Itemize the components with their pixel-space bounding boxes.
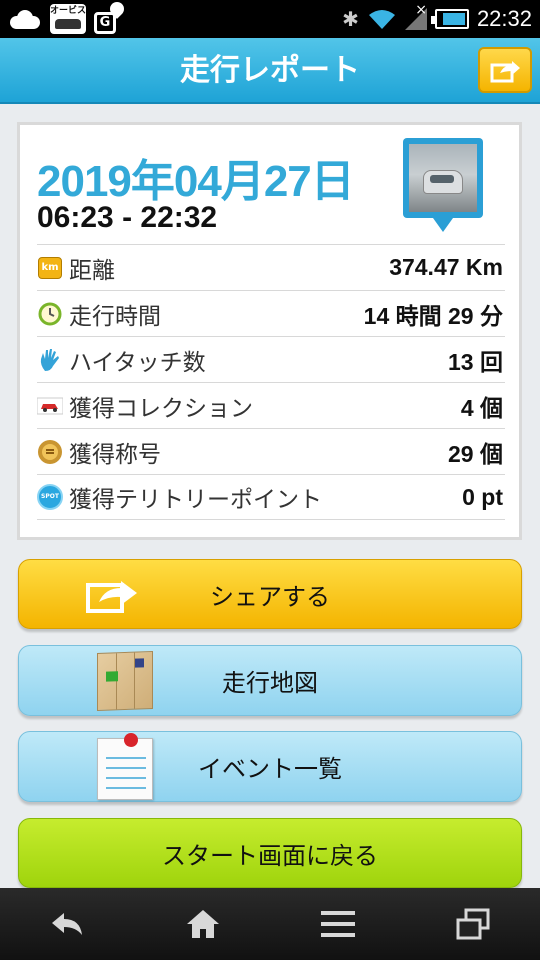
vehicle-photo[interactable]: [403, 138, 483, 232]
stat-label: ハイタッチ数: [69, 349, 206, 376]
car-photo-image: [409, 144, 477, 212]
header-share-button[interactable]: [478, 47, 532, 93]
g-map-icon: G: [94, 0, 127, 34]
back-arrow-icon: [51, 913, 82, 935]
spot-icon: SPOT: [37, 484, 63, 510]
stats-list: km 距離 374.47 Km 走行時間 14 時間 29 分 ハイタッチ数 1…: [37, 244, 505, 520]
stat-label: 距離: [69, 257, 115, 284]
stat-value: 14 時間 29 分: [363, 302, 503, 329]
page-title: 走行レポート: [180, 53, 360, 88]
hand-icon: [37, 347, 63, 373]
stat-row-titles: 獲得称号 29 個: [37, 428, 505, 474]
event-list-button[interactable]: イベント一覧: [18, 731, 522, 802]
medal-icon: [37, 439, 63, 465]
back-to-start-label: スタート画面に戻る: [162, 841, 378, 870]
report-date: 2019年04月27日: [37, 157, 355, 206]
system-nav-bar: [0, 888, 540, 960]
status-bar-left: オービス G: [8, 0, 127, 34]
report-card: 2019年04月27日 06:23 - 22:32 km 距離 374.47 K…: [17, 122, 522, 540]
spot-icon-text: SPOT: [37, 484, 63, 510]
menu-nav-button[interactable]: [308, 899, 368, 949]
stat-value: 13 回: [448, 348, 503, 375]
status-bar-right: ✱ 22:32: [342, 2, 532, 32]
clock-time: 22:32: [476, 6, 532, 31]
share-icon: [490, 61, 520, 83]
orbis-icon: オービス: [50, 4, 86, 34]
car-icon: [37, 393, 63, 419]
share-button[interactable]: シェアする: [18, 559, 522, 629]
signal-icon: [404, 2, 427, 30]
stat-value: 0 pt: [462, 483, 503, 510]
stat-value: 29 個: [448, 440, 503, 467]
stat-label: 獲得称号: [69, 441, 161, 468]
home-icon: [186, 910, 219, 938]
stat-row-territory-points: SPOT 獲得テリトリーポイント 0 pt: [37, 474, 505, 520]
battery-icon: [430, 9, 469, 29]
stat-value: 374.47 Km: [389, 254, 503, 280]
wifi-icon: [368, 10, 395, 29]
stat-row-distance: km 距離 374.47 Km: [37, 244, 505, 290]
clock-icon: [37, 301, 63, 327]
stat-row-high-touch: ハイタッチ数 13 回: [37, 336, 505, 382]
status-bar: オービス G ✱ 22:32: [0, 0, 540, 38]
stat-row-driving-time: 走行時間 14 時間 29 分: [37, 290, 505, 336]
app-header: 走行レポート: [0, 38, 540, 104]
driving-map-label: 走行地図: [222, 669, 318, 697]
stat-label: 走行時間: [69, 303, 161, 330]
orbis-car-shape: [55, 19, 81, 29]
km-icon-text: km: [38, 256, 62, 279]
stat-label: 獲得テリトリーポイント: [69, 487, 322, 513]
event-list-label: イベント一覧: [198, 755, 342, 783]
stat-row-collection: 獲得コレクション 4 個: [37, 382, 505, 428]
report-time-range: 06:23 - 22:32: [37, 201, 218, 234]
driving-map-button[interactable]: 走行地図: [18, 645, 522, 716]
back-to-start-button[interactable]: スタート画面に戻る: [18, 818, 522, 888]
stat-value: 4 個: [460, 394, 503, 421]
stat-label: 獲得コレクション: [69, 395, 253, 422]
km-icon: km: [37, 255, 63, 281]
cloud-icon: [8, 9, 42, 29]
orbis-label: オービス: [50, 6, 87, 16]
bluetooth-icon: ✱: [342, 7, 359, 31]
home-nav-button[interactable]: [173, 899, 233, 949]
share-button-label: シェアする: [210, 582, 330, 611]
recent-apps-nav-button[interactable]: [443, 899, 503, 949]
recent-apps-icon: [456, 908, 489, 940]
menu-icon: [320, 911, 355, 937]
back-nav-button[interactable]: [38, 899, 98, 949]
car-shape: [423, 170, 463, 194]
